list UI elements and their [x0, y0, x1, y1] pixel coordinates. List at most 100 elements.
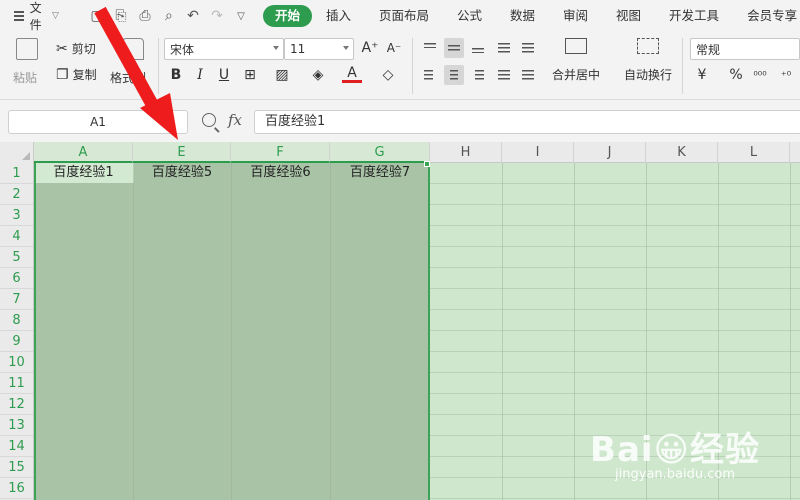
- scissors-icon: ✂: [56, 40, 68, 57]
- ribbon-divider: [158, 38, 159, 94]
- font-name-select[interactable]: 宋体: [164, 38, 284, 60]
- gridline: [790, 163, 791, 500]
- select-all-corner[interactable]: [0, 142, 34, 163]
- fx-icon[interactable]: fx: [228, 111, 242, 129]
- merge-label: 合并居中: [552, 68, 601, 82]
- merge-center-button[interactable]: 合并居中: [552, 38, 600, 83]
- print-icon[interactable]: ⎙: [137, 8, 153, 24]
- grow-font-button[interactable]: A⁺: [360, 38, 380, 58]
- row-header[interactable]: 5: [0, 247, 33, 268]
- column-header-e[interactable]: E: [133, 142, 231, 163]
- row-header[interactable]: 15: [0, 457, 33, 478]
- number-format-select[interactable]: 常规: [690, 38, 800, 60]
- selected-range[interactable]: [34, 163, 430, 500]
- file-menu[interactable]: 文件 ▽: [0, 0, 59, 33]
- tab-review[interactable]: 审阅: [549, 5, 602, 27]
- indent-increase-button[interactable]: [518, 38, 538, 58]
- italic-button[interactable]: I: [190, 65, 210, 85]
- baidu-jingyan-watermark: Bai😀经验 jingyan.baidu.com: [590, 422, 760, 482]
- paste-button[interactable]: 粘贴: [12, 38, 38, 86]
- tab-page-layout[interactable]: 页面布局: [365, 5, 443, 27]
- row-header[interactable]: 9: [0, 331, 33, 352]
- percent-button[interactable]: %: [726, 65, 746, 85]
- tab-view[interactable]: 视图: [602, 5, 655, 27]
- column-header-h[interactable]: H: [430, 142, 502, 163]
- align-right-button[interactable]: [468, 65, 488, 85]
- row-header[interactable]: 13: [0, 415, 33, 436]
- copy-button[interactable]: ❐ 复制: [56, 66, 97, 83]
- column-header-j[interactable]: J: [574, 142, 646, 163]
- underline-button[interactable]: U: [214, 65, 234, 85]
- row-header[interactable]: 6: [0, 268, 33, 289]
- name-box[interactable]: A1: [8, 110, 188, 134]
- cut-label: 剪切: [71, 42, 96, 56]
- tab-developer[interactable]: 开发工具: [655, 5, 733, 27]
- copy-label: 复制: [72, 68, 97, 82]
- row-header[interactable]: 3: [0, 205, 33, 226]
- row-header[interactable]: 14: [0, 436, 33, 457]
- chevron-down-icon: ▽: [52, 11, 59, 21]
- cell-e1[interactable]: 百度经验5: [133, 163, 231, 183]
- tab-member[interactable]: 会员专享: [733, 5, 800, 27]
- row-header[interactable]: 4: [0, 226, 33, 247]
- align-center-button[interactable]: [444, 65, 464, 85]
- redo-icon[interactable]: ↷: [209, 8, 225, 24]
- clear-format-icon[interactable]: ◇: [378, 65, 398, 85]
- cell-g1[interactable]: 百度经验7: [330, 163, 430, 183]
- justify-button[interactable]: [494, 65, 514, 85]
- shrink-font-button[interactable]: A⁻: [384, 38, 404, 58]
- row-header[interactable]: 16: [0, 478, 33, 499]
- cell-f1[interactable]: 百度经验6: [231, 163, 330, 183]
- column-header-l[interactable]: L: [718, 142, 790, 163]
- spreadsheet-grid: A E F G H I J K L 1 2 3 4 5 6 7 8 9 10 1…: [0, 142, 800, 500]
- bold-button[interactable]: B: [166, 65, 186, 85]
- align-left-button[interactable]: [420, 65, 440, 85]
- column-header-a[interactable]: A: [34, 142, 133, 163]
- print-preview-icon[interactable]: ⌕: [161, 8, 177, 24]
- ribbon-divider: [682, 38, 683, 94]
- row-header[interactable]: 2: [0, 184, 33, 205]
- customize-chevron-icon[interactable]: ▽: [233, 8, 249, 24]
- row-header[interactable]: 12: [0, 394, 33, 415]
- export-icon[interactable]: ⎘: [113, 8, 129, 24]
- tab-data[interactable]: 数据: [496, 5, 549, 27]
- wrap-text-button[interactable]: 自动换行: [624, 38, 672, 83]
- tab-insert[interactable]: 插入: [312, 5, 365, 27]
- row-header[interactable]: 1: [0, 163, 33, 184]
- borders-icon[interactable]: ⊞: [240, 65, 260, 85]
- row-header[interactable]: 11: [0, 373, 33, 394]
- distributed-button[interactable]: [518, 65, 538, 85]
- format-painter-button[interactable]: 格式刷: [110, 38, 146, 86]
- save-icon[interactable]: ▢: [89, 8, 105, 24]
- chevron-down-icon: [343, 46, 349, 50]
- font-color-icon[interactable]: A: [342, 65, 362, 83]
- indent-decrease-button[interactable]: [494, 38, 514, 58]
- font-name-value: 宋体: [170, 42, 195, 57]
- menu-icon: [14, 11, 24, 21]
- menu-bar: 文件 ▽ ▢ ⎘ ⎙ ⌕ ↶ ↷ ▽ 开始 插入 页面布局 公式 数据 审阅 视…: [0, 0, 800, 32]
- thousands-button[interactable]: ⁰⁰⁰: [750, 65, 770, 85]
- column-header-k[interactable]: K: [646, 142, 718, 163]
- cell-a1[interactable]: 百度经验1: [34, 163, 133, 183]
- font-size-select[interactable]: 11: [284, 38, 354, 60]
- column-header-i[interactable]: I: [502, 142, 574, 163]
- align-top-button[interactable]: [420, 38, 440, 58]
- tab-home[interactable]: 开始: [262, 5, 312, 27]
- currency-button[interactable]: ¥: [692, 65, 712, 85]
- formula-input[interactable]: 百度经验1: [254, 110, 800, 134]
- column-header-f[interactable]: F: [231, 142, 330, 163]
- zoom-icon[interactable]: [202, 113, 216, 127]
- row-header[interactable]: 8: [0, 310, 33, 331]
- cut-button[interactable]: ✂ 剪切: [56, 40, 96, 57]
- undo-icon[interactable]: ↶: [185, 8, 201, 24]
- align-bottom-button[interactable]: [468, 38, 488, 58]
- gridline: [231, 163, 232, 500]
- row-header[interactable]: 10: [0, 352, 33, 373]
- decimal-button[interactable]: ⁺⁰: [776, 65, 796, 85]
- fill-format-icon[interactable]: ▨: [272, 65, 292, 85]
- row-header[interactable]: 7: [0, 289, 33, 310]
- column-header-g[interactable]: G: [330, 142, 430, 163]
- align-middle-button[interactable]: [444, 38, 464, 58]
- tab-formulas[interactable]: 公式: [443, 5, 496, 27]
- fill-color-icon[interactable]: ◈: [308, 65, 328, 85]
